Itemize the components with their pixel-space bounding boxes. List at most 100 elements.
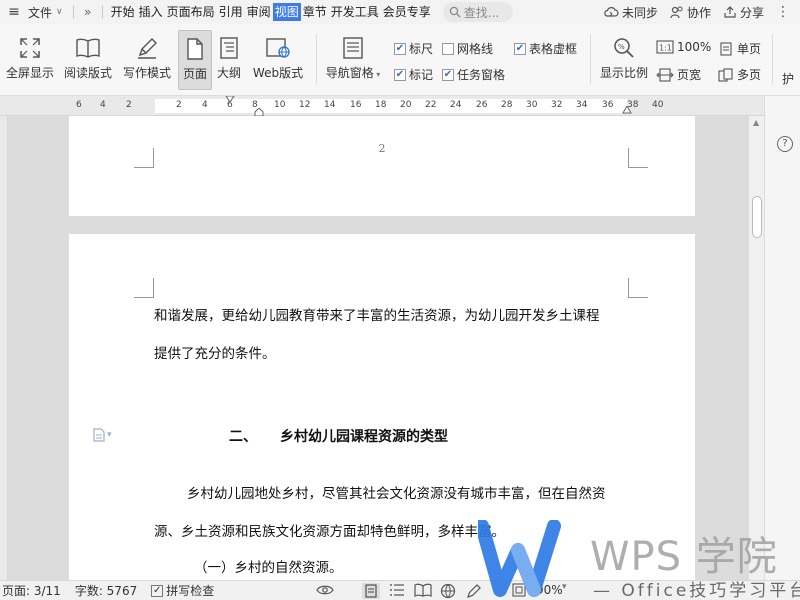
hamburger-menu-icon[interactable]: ≡ [4,0,24,24]
page-width-icon [656,67,674,82]
check-icon: ✔ [442,68,454,81]
web-view-button[interactable]: Web版式 [250,30,306,90]
ruler-tick-label: 18 [375,100,387,110]
search-box[interactable]: 查找... [442,2,513,22]
section-heading[interactable]: 乡村幼儿园课程资源的类型 [280,426,448,446]
document-canvas[interactable]: 2 和谐发展，更给幼儿园教育带来了丰富的生活资源，为幼儿园开发乡土课程 提供了充… [8,116,748,580]
reading-mode-label: 阅读版式 [63,66,112,80]
menu-right-group: 未同步 协作 分享 ⋮ [603,0,800,24]
right-indent-marker-icon[interactable] [622,106,632,114]
gridlines-checkbox[interactable]: 网格线 [442,40,493,57]
tab-member[interactable]: 会员专享 [381,0,433,24]
ruler-tick-label: 12 [299,100,311,110]
outline-status-icon[interactable] [389,583,405,597]
tab-insert[interactable]: 插入 [137,0,165,24]
write-status-icon[interactable] [466,583,482,599]
paragraph-layout-icon[interactable]: ▾ [93,428,112,442]
body-paragraph[interactable]: 源、乡土资源和民族文化资源方面却特色鲜明，多样丰富。 [154,520,505,540]
left-indent-marker-icon[interactable] [254,108,264,116]
menu-divider [101,5,103,19]
multi-page-button[interactable]: 多页 [718,66,761,83]
sync-label: 未同步 [621,5,658,20]
tab-home[interactable]: 开始 [109,0,137,24]
check-icon: ✓ [151,584,164,597]
check-icon: ✔ [394,42,406,55]
ruler-tick-label: 20 [400,100,412,110]
protect-button[interactable]: 护 [782,70,794,87]
tab-references[interactable]: 引用 [217,0,245,24]
ruler-checkbox-label: 标尺 [409,42,434,56]
outline-view-button[interactable]: 大纲 [214,30,244,90]
body-paragraph[interactable]: 提供了充分的条件。 [154,342,276,362]
share-button[interactable]: 分享 [723,4,764,21]
ruler-tick-label: 6 [76,100,82,110]
horizontal-ruler[interactable]: 6 4 2 2 4 6 8 10 12 14 16 18 20 22 24 26… [0,96,800,116]
tab-review[interactable]: 审阅 [245,0,273,24]
tab-chapter[interactable]: 章节 [301,0,329,24]
ruler-tick-label: 24 [450,100,462,110]
right-side-panel: ? [764,96,800,580]
single-page-button[interactable]: 单页 [718,40,761,57]
word-count[interactable]: 字数: 5767 [75,582,137,599]
writing-mode-label: 写作模式 [122,66,171,80]
document-page[interactable]: 2 [69,116,695,216]
vertical-ruler[interactable] [0,116,8,580]
reading-status-icon[interactable] [414,583,432,597]
page-icon [187,38,203,60]
sync-button[interactable]: 未同步 [603,4,658,21]
spellcheck-toggle[interactable]: ✓ 拼写检查 [151,582,214,599]
chevron-down-icon[interactable]: ▾ [562,582,567,592]
vertical-scrollbar[interactable]: ▲ [748,116,764,580]
menu-divider [72,5,74,19]
task-pane-checkbox[interactable]: ✔ 任务窗格 [442,66,505,83]
ruler-tick-label: 14 [324,100,336,110]
zoom-100-button[interactable]: 1:1 100% [656,40,711,54]
zoom-level[interactable]: 90% [536,583,563,597]
ribbon-divider [316,34,317,84]
document-page[interactable]: 和谐发展，更给幼儿园教育带来了丰富的生活资源，为幼儿园开发乡土课程 提供了充分的… [69,234,695,580]
ruler-checkbox[interactable]: ✔ 标尺 [394,40,433,57]
ruler-tick-label: 22 [425,100,437,110]
chevron-down-icon: ∨ [56,7,63,17]
web-status-icon[interactable] [440,583,456,599]
nav-pane-button[interactable]: 导航窗格 ▾ [322,30,384,90]
check-icon: ✔ [514,42,526,55]
ruler-tick-label: 10 [274,100,286,110]
tab-developer[interactable]: 开发工具 [329,0,381,24]
marks-checkbox[interactable]: ✔ 标记 [394,66,433,83]
table-gridlines-checkbox[interactable]: ✔ 表格虚框 [514,40,577,57]
indent-marker-icon[interactable] [225,96,235,104]
more-tabs-icon[interactable]: » [80,5,96,19]
tab-page-layout[interactable]: 页面布局 [165,0,217,24]
more-options-icon[interactable]: ⋮ [776,4,790,20]
ruler-tick-label: 4 [100,100,106,110]
search-placeholder: 查找... [463,5,500,20]
collab-button[interactable]: 协作 [670,4,711,21]
scroll-thumb[interactable] [752,196,762,238]
fullscreen-button[interactable]: 全屏显示 [4,30,56,90]
fullscreen-icon [20,38,40,58]
sub-heading[interactable]: （一）乡村的自然资源。 [194,556,343,576]
fit-page-icon[interactable] [512,583,526,597]
tab-view[interactable]: 视图 [272,3,301,21]
body-paragraph[interactable]: 乡村幼儿园地处乡村，尽管其社会文化资源没有城市丰富，但在自然资 [187,482,606,502]
file-menu[interactable]: 文件 ∨ [24,0,67,24]
svg-text:%: % [618,43,625,51]
reading-mode-button[interactable]: 阅读版式 [62,30,114,90]
body-paragraph[interactable]: 和谐发展，更给幼儿园教育带来了丰富的生活资源，为幼儿园开发乡土课程 [154,304,600,324]
web-view-label: Web版式 [252,66,304,80]
pen-icon [138,38,157,59]
writing-mode-button[interactable]: 写作模式 [120,30,174,90]
help-icon[interactable]: ? [777,136,793,152]
page-number: 2 [378,142,386,155]
nav-pane-label: 导航窗格 ▾ [325,66,381,80]
scroll-up-icon[interactable]: ▲ [753,118,759,127]
section-heading-number[interactable]: 二、 [229,426,257,446]
eye-protect-icon[interactable] [316,583,334,597]
page-width-button[interactable]: 页宽 [656,66,701,83]
zoom-button[interactable]: % 显示比例 [596,30,652,90]
page-view-status-icon[interactable] [362,583,380,599]
page-view-button[interactable]: 页面 [178,30,212,90]
ribbon-divider [590,34,591,84]
page-count[interactable]: 页面: 3/11 [2,582,61,599]
